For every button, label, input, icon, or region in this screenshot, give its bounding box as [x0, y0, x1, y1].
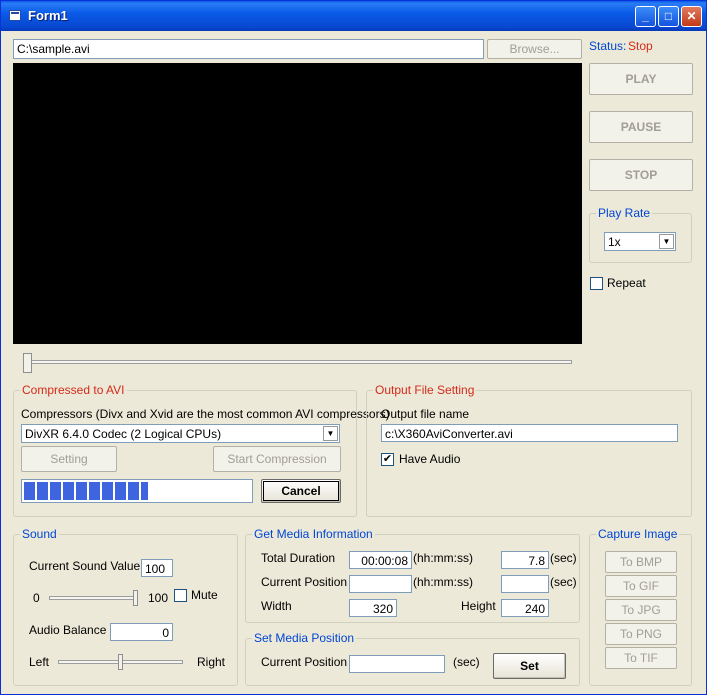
current-position-value[interactable] [349, 575, 412, 593]
to-tif-button[interactable]: To TIF [605, 647, 677, 669]
current-sound-label: Current Sound Value: [29, 559, 144, 573]
height-label: Height [461, 599, 496, 613]
cancel-button[interactable]: Cancel [261, 479, 341, 503]
status-value: Stop [628, 39, 653, 53]
to-gif-button[interactable]: To GIF [605, 575, 677, 597]
audio-balance-input[interactable]: 0 [110, 623, 173, 641]
current-position-label: Current Position [261, 575, 348, 589]
compress-title: Compressed to AVI [20, 383, 127, 397]
balance-left-label: Left [29, 655, 50, 669]
repeat-checkbox[interactable] [590, 277, 603, 290]
set-position-label: Current Position [261, 655, 348, 669]
play-rate-select[interactable]: 1x ▼ [604, 232, 676, 251]
window-title: Form1 [28, 8, 68, 23]
volume-slider-thumb[interactable] [132, 590, 138, 606]
pause-button[interactable]: PAUSE [589, 111, 693, 143]
main-window: Form1 _ □ ✕ C:\sample.avi Browse... Stat… [0, 0, 707, 695]
to-png-button[interactable]: To PNG [605, 623, 677, 645]
total-duration-label: Total Duration [261, 551, 336, 565]
sec-label: (sec) [550, 551, 577, 565]
seek-track[interactable] [27, 360, 572, 364]
play-rate-title: Play Rate [596, 206, 653, 220]
have-audio-checkbox[interactable]: ✔ [381, 453, 394, 466]
mute-checkbox[interactable] [174, 589, 187, 602]
to-bmp-button[interactable]: To BMP [605, 551, 677, 573]
volume-min-label: 0 [33, 591, 40, 605]
compressor-select[interactable]: DivXR 6.4.0 Codec (2 Logical CPUs) ▼ [21, 424, 340, 443]
total-duration-value[interactable]: 00:00:08 [349, 551, 412, 569]
compressors-label: Compressors (Divx and Xvid are the most … [21, 407, 390, 421]
compressor-value: DivXR 6.4.0 Codec (2 Logical CPUs) [25, 427, 222, 441]
have-audio-label: Have Audio [399, 452, 461, 466]
stop-button[interactable]: STOP [589, 159, 693, 191]
play-button[interactable]: PLAY [589, 63, 693, 95]
sound-title: Sound [20, 527, 59, 541]
compression-progress-bar [21, 479, 253, 503]
volume-max-label: 100 [148, 591, 169, 605]
height-value[interactable]: 240 [501, 599, 549, 617]
width-value[interactable]: 320 [349, 599, 397, 617]
chevron-down-icon[interactable]: ▼ [659, 234, 674, 249]
sound-value-input[interactable]: 100 [141, 559, 173, 577]
progress-fill [24, 482, 149, 500]
play-rate-value: 1x [608, 235, 621, 249]
width-label: Width [261, 599, 292, 613]
chevron-down-icon[interactable]: ▼ [323, 426, 338, 441]
output-name-label: Output file name [381, 407, 470, 421]
output-name-input[interactable]: c:\X360AviConverter.avi [381, 424, 678, 442]
close-button[interactable]: ✕ [681, 6, 702, 27]
balance-slider-thumb[interactable] [118, 654, 123, 670]
output-title: Output File Setting [373, 383, 477, 397]
position-seconds-value[interactable] [501, 575, 549, 593]
browse-button[interactable]: Browse... [487, 39, 582, 59]
set-position-sec-label: (sec) [453, 655, 480, 669]
volume-track[interactable] [49, 596, 135, 600]
audio-balance-label: Audio Balance [29, 623, 107, 637]
setting-button[interactable]: Setting [21, 446, 117, 472]
hms-label: (hh:mm:ss) [413, 551, 473, 565]
set-position-input[interactable] [349, 655, 445, 673]
seek-slider-thumb[interactable] [22, 353, 32, 373]
mute-label: Mute [191, 588, 218, 602]
maximize-button[interactable]: □ [658, 6, 679, 27]
media-info-title: Get Media Information [252, 527, 375, 541]
start-compression-button[interactable]: Start Compression [213, 446, 341, 472]
balance-right-label: Right [197, 655, 226, 669]
sec-label-2: (sec) [550, 575, 577, 589]
repeat-label: Repeat [607, 276, 646, 290]
hms-label-2: (hh:mm:ss) [413, 575, 473, 589]
to-jpg-button[interactable]: To JPG [605, 599, 677, 621]
status-label: Status: [589, 39, 627, 53]
set-position-title: Set Media Position [252, 631, 357, 645]
app-icon[interactable] [9, 10, 21, 21]
duration-seconds-value[interactable]: 7.8 [501, 551, 549, 569]
set-button[interactable]: Set [493, 653, 566, 679]
minimize-button[interactable]: _ [635, 6, 656, 27]
file-path-input[interactable]: C:\sample.avi [13, 39, 484, 59]
video-display [13, 63, 582, 344]
capture-title: Capture Image [596, 527, 680, 541]
title-bar[interactable]: Form1 _ □ ✕ [1, 1, 706, 31]
